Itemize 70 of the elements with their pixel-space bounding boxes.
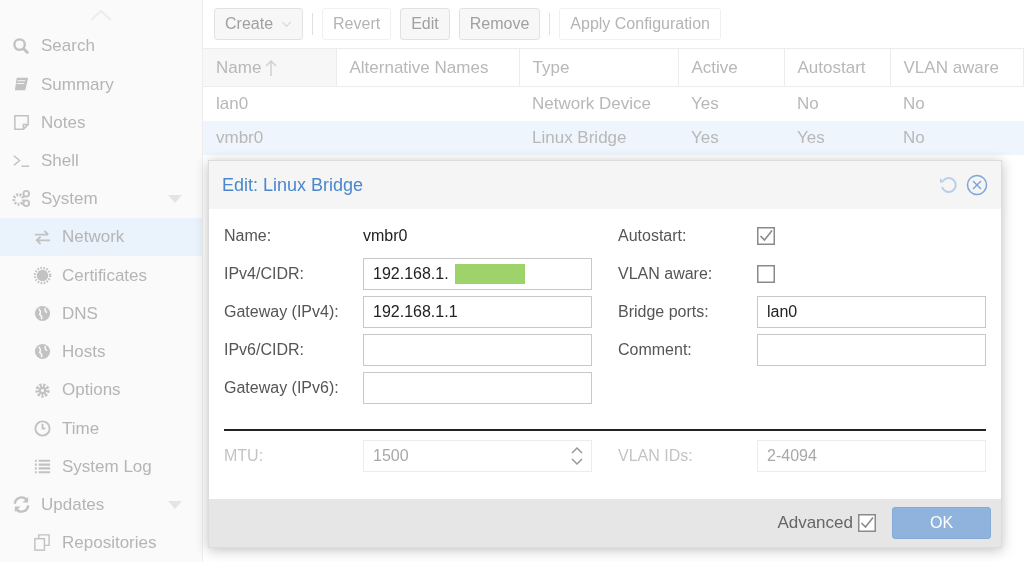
sidebar-item[interactable]: Summary [0, 65, 202, 104]
input-field[interactable]: 192.168.1.1 [363, 296, 592, 328]
field-label: Comment: [618, 340, 693, 360]
sidebar-item[interactable]: Notes [0, 103, 202, 142]
list-icon [33, 457, 52, 476]
table-cell: Yes [691, 127, 719, 147]
checkbox[interactable] [757, 265, 775, 283]
checkbox-label: Advanced [777, 512, 853, 535]
gear-icon [33, 380, 52, 400]
reset-icon[interactable] [938, 175, 958, 195]
input-field[interactable] [363, 372, 592, 404]
field-label: Name: [224, 226, 273, 246]
sidebar-item[interactable]: Updates [0, 485, 202, 524]
table-row[interactable]: lan0 Network Device Yes No No [203, 86, 1024, 121]
checkbox[interactable] [858, 514, 876, 532]
checkbox[interactable] [757, 227, 775, 245]
input-field[interactable] [363, 334, 592, 366]
sidebar-item[interactable]: Time [0, 409, 202, 448]
certificate-icon [33, 265, 52, 285]
field-label: Gateway (IPv6): [224, 378, 340, 398]
table-cell: vmbr0 [216, 127, 264, 147]
sidebar-item[interactable]: Repositories [0, 523, 202, 562]
copy-icon [33, 533, 52, 553]
sidebar-item[interactable]: Search [0, 27, 202, 66]
dialog-title: Edit: Linux Bridge [222, 173, 365, 197]
globe-icon [33, 304, 52, 324]
field-label: Autostart: [618, 226, 688, 246]
input-field[interactable]: lan0 [757, 296, 986, 328]
table-cell: Yes [797, 127, 825, 147]
column-header[interactable]: Name [203, 48, 336, 87]
sidebar-item[interactable]: Hosts [0, 332, 202, 371]
sidebar-item[interactable]: Network [0, 218, 202, 257]
toolbar-button[interactable]: Create [214, 8, 304, 40]
toolbar-button[interactable]: Edit [400, 8, 450, 40]
field-value: vmbr0 [363, 226, 408, 246]
sidebar-item[interactable]: System Log [0, 447, 202, 486]
sidebar-item[interactable]: DNS [0, 294, 202, 333]
field-label: Bridge ports: [618, 302, 710, 322]
refresh-icon [12, 495, 31, 515]
table-cell: Network Device [532, 94, 652, 113]
field-label: VLAN aware: [618, 264, 714, 284]
table-cell: lan0 [216, 94, 249, 113]
sidebar-item[interactable]: Options [0, 370, 202, 410]
clock-icon [33, 418, 52, 438]
globe-icon [33, 342, 52, 362]
sidebar-item[interactable]: System [0, 179, 202, 219]
toolbar-button[interactable]: Remove [458, 8, 541, 40]
table-cell: Yes [691, 94, 719, 113]
table-cell: No [903, 94, 925, 113]
field-label: IPv4/CIDR: [224, 264, 305, 284]
field-label: Gateway (IPv4): [224, 302, 340, 322]
column-header[interactable]: VLAN aware [890, 48, 1024, 87]
search-icon [12, 36, 31, 56]
sidebar-item[interactable]: Certificates [0, 256, 202, 295]
field-label: IPv6/CIDR: [224, 340, 305, 360]
field-label: MTU: [224, 446, 265, 466]
close-icon[interactable] [966, 174, 988, 196]
spinner-arrows-icon[interactable] [571, 446, 583, 466]
input-field[interactable] [757, 334, 986, 366]
table-cell: No [903, 127, 925, 147]
column-header[interactable]: Alternative Names [336, 48, 519, 87]
column-header[interactable]: Type [519, 48, 678, 87]
column-header[interactable]: Active [678, 48, 784, 87]
gears-icon [12, 189, 31, 209]
table-cell: No [797, 94, 819, 113]
column-header[interactable]: Autostart [784, 48, 890, 87]
sidebar-item[interactable]: Shell [0, 141, 202, 180]
table-cell: Linux Bridge [532, 127, 627, 147]
note-icon [12, 113, 31, 133]
field-label: VLAN IDs: [618, 446, 694, 466]
